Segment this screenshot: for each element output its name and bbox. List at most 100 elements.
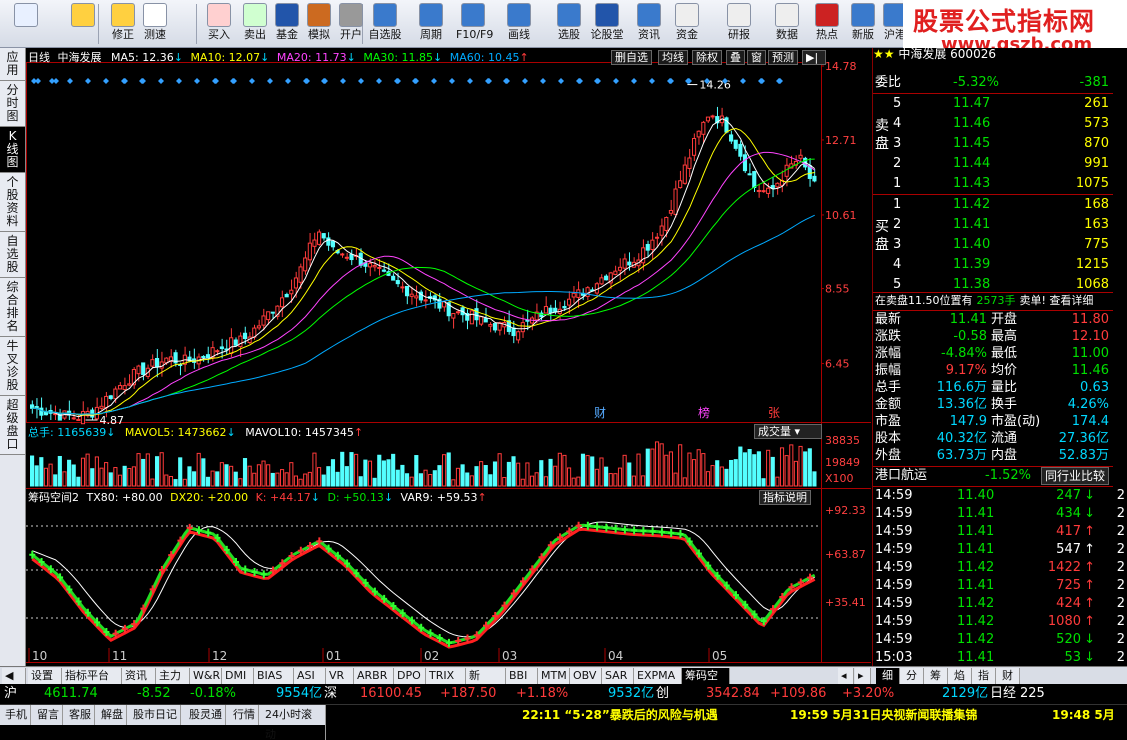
left-tab-6[interactable]: 牛叉诊股 (0, 337, 25, 396)
tab-scroll-left[interactable]: ◀ (2, 668, 26, 684)
indicator-tab-2[interactable]: 资讯 (122, 668, 156, 684)
indicator-tab-10[interactable]: DPO (394, 668, 426, 684)
news-headline-3[interactable]: 19:48 5月 (1052, 705, 1115, 725)
chart-btn-5[interactable]: 预测 (768, 50, 798, 65)
toolbar-button-lock[interactable]: 开户 (334, 2, 368, 46)
news-nav-item[interactable]: 股灵通 (186, 705, 226, 725)
right-tab-0[interactable]: 细 (876, 668, 900, 684)
indicator-tab-8[interactable]: VR (326, 668, 354, 684)
news-nav-item[interactable]: 行情 (230, 705, 259, 725)
toolbar-button-back-arrow[interactable] (66, 2, 100, 46)
left-tab-7[interactable]: 超级盘口 (0, 396, 25, 455)
toolbar-button-report[interactable]: 研报 (722, 2, 756, 46)
candle-body (71, 417, 76, 420)
sell-level-row[interactable]: 3 11.45 870 (873, 135, 1113, 153)
left-tab-3[interactable]: 个股资料 (0, 173, 25, 232)
indicator-tab-3[interactable]: 主力 (156, 668, 190, 684)
indicator-tab-4[interactable]: W&R (190, 668, 222, 684)
sector-compare-button[interactable]: 同行业比较 (1040, 467, 1109, 485)
indicator-tab-6[interactable]: BIAS (254, 668, 294, 684)
sell-level-row[interactable]: 1 11.43 1075 (873, 175, 1113, 193)
toolbar-button-grid[interactable] (6, 2, 46, 46)
chart-btn-4[interactable]: 窗 (747, 50, 766, 65)
indicator-tab-11[interactable]: TRIX (426, 668, 466, 684)
toolbar-button-capital[interactable]: 资金 (670, 2, 704, 46)
volume-bar (492, 461, 498, 487)
indicator-tab-17[interactable]: EXPMA (634, 668, 682, 684)
indicator-tab-5[interactable]: DMI (222, 668, 254, 684)
quote-value: 40.32亿 (936, 431, 987, 446)
toolbar-button-filter[interactable]: 选股 (552, 2, 586, 46)
toolbar-button-news[interactable]: 资讯 (632, 2, 666, 46)
ma30-label: MA30: 11.85 (363, 51, 434, 64)
buy-level-row[interactable]: 3 11.40 775 (873, 236, 1113, 254)
left-tab-4[interactable]: 自选股 (0, 232, 25, 278)
news-nav-item[interactable]: 手机 (2, 705, 31, 725)
tab-prev-button[interactable]: ◂ (838, 668, 854, 684)
sell-level-row[interactable]: 2 11.44 991 (873, 155, 1113, 173)
right-tab-5[interactable]: 财 (996, 668, 1020, 684)
news-headline-2[interactable]: 19:59 5月31日央视新闻联播集锦 (790, 705, 977, 725)
news-nav-item[interactable]: 股市日记 (130, 705, 181, 725)
right-tab-4[interactable]: 指 (972, 668, 996, 684)
left-tab-5[interactable]: 综合排名 (0, 278, 25, 337)
indicator-help-button[interactable]: 指标说明 (759, 490, 811, 505)
chart-btn-2[interactable]: 除权 (692, 50, 722, 65)
indicator-tab-7[interactable]: ASI (294, 668, 326, 684)
chart-btn-1[interactable]: 均线 (658, 50, 688, 65)
toolbar-button-clock[interactable]: 测速 (138, 2, 172, 46)
indicator-tab-13[interactable]: BBI (506, 668, 538, 684)
news-nav-item[interactable]: 留言 (34, 705, 63, 725)
indicator-tab-14[interactable]: MTM (538, 668, 570, 684)
favorite-star-icon[interactable]: ★★ (873, 48, 898, 60)
buy-level-row[interactable]: 1 11.42 168 (873, 196, 1113, 214)
buy-level-row[interactable]: 2 11.41 163 (873, 216, 1113, 234)
toolbar-button-star-folder[interactable]: 自选股 (368, 2, 402, 46)
indicator-tab-18[interactable]: 筹码空间2 (682, 668, 730, 698)
chart-btn-0[interactable]: 删自选 (611, 50, 652, 65)
kline-chart-area[interactable]: 14.78 12.71 10.61 8.55 6.45 14.26 4.87 财榜张 38835… (26, 48, 871, 666)
right-tab-3[interactable]: 焰 (948, 668, 972, 684)
chart-menu-button[interactable]: ▶| (802, 50, 826, 65)
quote-label: 总手 (875, 380, 902, 395)
indicator-tab-15[interactable]: OBV (570, 668, 602, 684)
indicator-tab-1[interactable]: 指标平台 (62, 668, 122, 684)
volume-indicator-select[interactable]: 成交量 ▾ (754, 424, 822, 439)
toolbar-button-period[interactable]: 周期 (414, 2, 448, 46)
toolbar-button-pe[interactable]: 数据 (770, 2, 804, 46)
toolbar-button-hammer[interactable]: 模拟 (302, 2, 336, 46)
tab-next-button[interactable]: ▸ (855, 668, 871, 684)
toolbar-button-buy[interactable]: 买入 (202, 2, 236, 46)
toolbar-button-forum[interactable]: 论股堂 (590, 2, 624, 46)
toolbar-button-hot[interactable]: 热点 (810, 2, 844, 46)
left-tab-2[interactable]: K线图 (0, 127, 25, 173)
toolbar-button-f10[interactable]: F10/F9 (456, 2, 493, 46)
sell-level-row[interactable]: 4 11.46 573 (873, 115, 1113, 133)
news-nav-item[interactable]: 24小时滚动 (262, 705, 326, 740)
right-tab-1[interactable]: 分 (900, 668, 924, 684)
indicator-tab-12[interactable]: 新DMA (466, 668, 506, 698)
kline-chart-svg[interactable]: 14.7812.7110.618.556.4514.264.87财榜张38835… (26, 48, 871, 666)
big-order-notice[interactable]: 在卖盘11.50位置有 2573手 卖单! 查看详细 (875, 293, 1115, 309)
indicator-tab-0[interactable]: 设置 (28, 668, 62, 684)
toolbar-button-pen[interactable]: 画线 (502, 2, 536, 46)
toolbar-button-new[interactable]: 新版 (846, 2, 880, 46)
buy-level-row[interactable]: 4 11.39 1215 (873, 256, 1113, 274)
toolbar-button-fund[interactable]: 基金 (270, 2, 304, 46)
left-tab-0[interactable]: 应用 (0, 48, 25, 81)
chart-btn-3[interactable]: 叠 (726, 50, 745, 65)
news-headline-1[interactable]: 22:11 “5·28”暴跌后的风险与机遇 (522, 705, 718, 725)
indicator-tab-16[interactable]: SAR (602, 668, 634, 684)
left-tab-1[interactable]: 分时图 (0, 81, 25, 127)
news-nav-item[interactable]: 解盘 (98, 705, 127, 725)
indicator-tab-9[interactable]: ARBR (354, 668, 394, 684)
candle-body (381, 269, 386, 272)
sector-name[interactable]: 港口航运 (875, 467, 927, 485)
sell-level-row[interactable]: 5 11.47 261 (873, 95, 1113, 113)
news-nav-item[interactable]: 客服 (66, 705, 95, 725)
toolbar-button-sell[interactable]: 卖出 (238, 2, 272, 46)
candle-body (99, 405, 104, 409)
indicator-header: 筹码空间2 TX80: +80.00 DX20: +20.00 K: +44.1… (28, 491, 487, 504)
right-tab-2[interactable]: 筹 (924, 668, 948, 684)
toolbar-button-up-down[interactable]: 修正 (106, 2, 140, 46)
